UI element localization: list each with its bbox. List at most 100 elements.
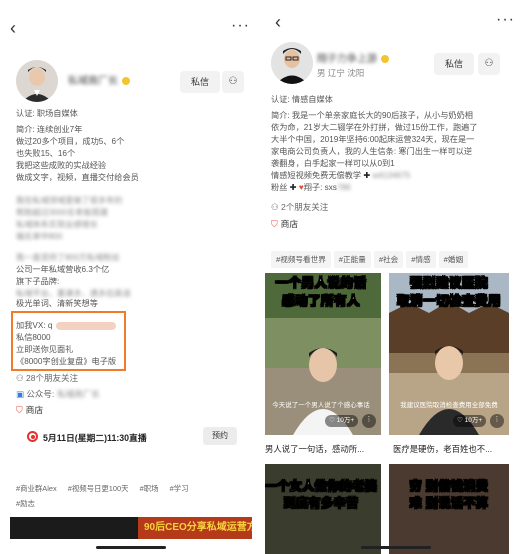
video-banner[interactable]: 90后CEO分享私域运营方法: [10, 517, 252, 539]
banner-text: 90后CEO分享私域运营方法: [138, 517, 252, 539]
card-menu-icon[interactable]: ⋮: [362, 414, 376, 428]
video-thumbnail: 强烈建议医院 取消一切检查费用 我建议医院取消检查费用全部免费 ♡ 10万+ ⋮: [389, 273, 509, 435]
topic-tags: #励志: [16, 498, 44, 509]
left-profile-screen: ‹ ··· 私域商厂长 私信 ⚇ 认证: 职场自媒体 简介: 连续创业7年 做过…: [0, 0, 262, 554]
video-card[interactable]: 穷 别借钱消费 难 别说话不算: [389, 464, 509, 554]
plus-icon: ✚: [361, 171, 373, 180]
video-thumbnail: 一个女人做你的老婆 到底有多辛苦: [265, 464, 381, 554]
contact-line: 立即送你见面礼: [16, 345, 74, 354]
redaction-mark: [56, 321, 117, 330]
video-headline: 取消一切检查费用: [396, 294, 501, 309]
tag[interactable]: #学习: [170, 483, 189, 494]
verified-badge-icon: [381, 55, 389, 64]
reserve-button[interactable]: 预约: [203, 427, 237, 445]
live-schedule-text: 5月11日(星期二)11:30直播: [43, 433, 147, 443]
video-title: 医疗是硬伤，老百姓也不...: [393, 444, 493, 454]
add-friend-icon[interactable]: ⚇: [222, 71, 244, 93]
profile-name: 翔子力争上游: [317, 50, 389, 65]
verified-badge-icon: [122, 77, 130, 86]
certification-text: 认证: 职场自媒体: [16, 109, 78, 118]
topic-tags: #商业群Alex #视频号日更100天 #职场 #学习: [16, 483, 197, 494]
bio-line: 做成文字，视频，直播交付给会员: [16, 173, 139, 182]
contact-line: 私信8000: [16, 333, 51, 342]
avatar-portrait-icon: [16, 60, 58, 102]
add-friend-icon[interactable]: ⚇: [478, 53, 500, 75]
blurred-bio-line: 我一直坚持了800万私域粉丝: [16, 253, 120, 262]
mutual-friends[interactable]: ⚇ 2个朋友关注: [271, 201, 328, 213]
contact-line: 《8000字创业复盘》电子版: [16, 357, 117, 366]
video-card[interactable]: 一个女人做你的老婆 到底有多辛苦: [265, 464, 381, 554]
live-reservation-card: 5月11日(星期二)11:30直播 预约: [17, 425, 247, 449]
video-headline: 感动了所有人: [281, 294, 360, 309]
tag[interactable]: #婚姻: [438, 251, 469, 268]
card-menu-icon[interactable]: ⋮: [490, 414, 504, 428]
shop-icon: ⛉: [271, 219, 278, 229]
tag[interactable]: #职场: [140, 483, 159, 494]
topic-tags: #视频号看世界 #正能量 #社会 #情感 #婚姻: [271, 251, 471, 268]
likes-count: ♡ 10万+: [453, 415, 487, 427]
tag[interactable]: #正能量: [333, 251, 371, 268]
video-thumbnail: 一个男人说的话 感动了所有人 今天说了一个男人说了个感心事话 ♡ 10万+ ⋮: [265, 273, 381, 435]
bio-line: 袭翻身，白手起家一样可以从0到1: [271, 159, 395, 168]
bio-line: 极光单词、清新笑想等: [16, 299, 98, 308]
bio-line: 粉丝 ✚ ♥翔子: sxs786: [271, 183, 351, 192]
video-thumbnail: 穷 别借钱消费 难 别说话不算: [389, 464, 509, 554]
bio-line: 也失败15、16个: [16, 149, 76, 158]
avatar[interactable]: [16, 60, 58, 102]
video-headline: 难 别说话不算: [409, 496, 489, 511]
back-button[interactable]: ‹: [10, 16, 16, 40]
bio-line: 我把这些成败的实战经验: [16, 161, 107, 170]
video-headline: 穷 别借钱消费: [409, 479, 489, 494]
home-indicator: [96, 546, 166, 549]
likes-count: ♡ 10万+: [325, 415, 359, 427]
video-headline: 一个女人做你的老婆: [265, 479, 378, 494]
more-options-button[interactable]: ···: [231, 16, 250, 36]
message-button[interactable]: 私信: [434, 53, 474, 75]
tag[interactable]: #视频号看世界: [271, 251, 331, 268]
live-icon: [27, 431, 38, 442]
certification-text: 认证: 情感自媒体: [271, 95, 333, 104]
right-profile-screen: ‹ ··· 翔子力争上游 男 辽宁 沈阳 私信 ⚇ 认证: 情感自媒体 简介: …: [265, 0, 527, 554]
avatar[interactable]: [271, 42, 313, 84]
shop-icon: ⛉: [16, 405, 23, 415]
official-account-link[interactable]: ▣ 公众号: 私域商厂长: [16, 388, 100, 400]
shop-link[interactable]: ⛉ 商店: [16, 403, 43, 416]
tag[interactable]: #励志: [16, 498, 35, 509]
official-account-icon: ▣: [16, 389, 27, 399]
bio-line: 简介: 我是一个单亲家庭长大的90后孩子，从小与奶奶相: [271, 111, 473, 120]
video-card[interactable]: 一个男人说的话 感动了所有人 今天说了一个男人说了个感心事话 ♡ 10万+ ⋮ …: [265, 273, 381, 455]
video-subtitle: 今天说了一个男人说了个感心事话: [272, 402, 370, 409]
bio-line: 旗下子品牌:: [16, 277, 60, 286]
back-button[interactable]: ‹: [275, 10, 281, 34]
bio-line: 公司一年私域营收6.3个亿: [16, 265, 110, 274]
video-card[interactable]: 强烈建议医院 取消一切检查费用 我建议医院取消检查费用全部免费 ♡ 10万+ ⋮…: [389, 273, 509, 455]
heart-icon: ♡: [457, 417, 465, 424]
plus-icon: ✚: [287, 183, 299, 192]
tag[interactable]: #商业群Alex: [16, 483, 57, 494]
video-headline: 一个男人说的话: [275, 276, 367, 291]
bio-line: 依为命，21岁大二辍学在外打拼，做过15份工作，跑遍了: [271, 123, 478, 132]
avatar-portrait-icon: [271, 42, 313, 84]
blurred-bio-line: 我在私域领域里做了很多年的: [16, 196, 123, 205]
message-button[interactable]: 私信: [180, 71, 220, 93]
contact-line: 加我VX: q: [16, 320, 252, 332]
home-indicator: [361, 546, 431, 549]
mutual-friends[interactable]: ⚇ 28个朋友关注: [16, 372, 78, 384]
right-top-bar: ‹ ···: [265, 10, 527, 34]
tag[interactable]: #情感: [406, 251, 436, 268]
bio-line: 大半个中国，2019年坚持6:00起床运营324天，现在是一: [271, 135, 475, 144]
bio-line: 家电商公司负责人，我的人生信条: 寒门出生一样可以逆: [271, 147, 473, 156]
bio-line: 做过20多个项目，成功5、6个: [16, 137, 125, 146]
tag[interactable]: #视频号日更100天: [68, 483, 129, 494]
blurred-bio-line: 帮助超过3000名老板搭建: [16, 208, 108, 217]
video-headline: 到底有多辛苦: [283, 496, 359, 511]
video-headline: 强烈建议医院: [409, 276, 488, 291]
bio-line: 简介: 连续创业7年: [16, 125, 83, 134]
friends-icon: ⚇: [271, 202, 281, 212]
shop-link[interactable]: ⛉ 商店: [271, 217, 298, 230]
video-subtitle: 我建议医院取消检查费用全部免费: [400, 402, 498, 409]
more-options-button[interactable]: ···: [496, 10, 515, 30]
bio-line: 情感短视频免费无偿教学 ✚ w4134675: [271, 171, 411, 180]
blurred-bio-line: 私域体系实现业绩增长: [16, 220, 98, 229]
tag[interactable]: #社会: [373, 251, 404, 268]
